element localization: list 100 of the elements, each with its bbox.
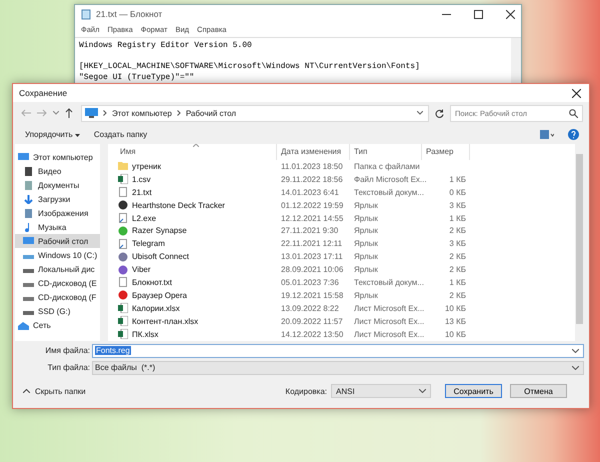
date-cell-text: 19.12.2021 15:58: [280, 290, 344, 300]
sidebar-item[interactable]: CD-дисковод (E: [15, 276, 100, 290]
size-cell-text: 2 КБ: [448, 226, 466, 236]
sidebar-item[interactable]: Этот компьютер: [15, 150, 100, 164]
computer-icon: [85, 108, 98, 118]
file-name[interactable]: 21.txt: [108, 187, 277, 198]
help-icon[interactable]: [568, 128, 579, 140]
column-header[interactable]: Размер: [422, 144, 470, 160]
size-cell-text: 3 КБ: [448, 239, 466, 248]
date-cell-text: 13.01.2023 17:11: [280, 252, 344, 262]
up-arrow-icon[interactable]: [65, 108, 73, 118]
filename-field[interactable]: Fonts.reg: [92, 344, 584, 358]
window-title: 21.txt — Блокнот: [96, 9, 164, 19]
caret-icon: [74, 134, 80, 136]
field-label: Тип файла:: [46, 363, 91, 372]
caret-icon[interactable]: [417, 111, 423, 115]
sidebar-item[interactable]: Локальный дис: [15, 262, 100, 276]
file-icon: [118, 187, 128, 198]
caret-icon: [419, 389, 426, 393]
maximize-icon[interactable]: [474, 10, 483, 18]
chevron-icon[interactable]: [176, 110, 181, 116]
sidebar-item[interactable]: Изображения: [15, 206, 100, 220]
file-name[interactable]: утреник: [108, 161, 277, 172]
sidebar-item[interactable]: Музыка: [15, 220, 100, 234]
file-icon: [118, 290, 128, 300]
address-bar[interactable]: Этот компьютер Рабочий стол: [81, 104, 429, 122]
file-name[interactable]: Контент-план.xlsx: [108, 316, 277, 326]
size-cell-text: 1 КБ: [448, 278, 466, 287]
file-icon: [118, 161, 128, 172]
breadcrumb-item[interactable]: Этот компьютер: [112, 108, 172, 118]
date-cell-text: 29.11.2022 18:56: [280, 174, 344, 184]
column-header[interactable]: Тип: [350, 144, 422, 160]
network-icon: [18, 320, 29, 330]
close-icon[interactable]: [572, 88, 581, 98]
date-cell-text: 14.12.2022 13:50: [280, 330, 344, 339]
file-name[interactable]: Telegram: [108, 238, 277, 249]
sidebar-item[interactable]: Документы: [15, 178, 100, 192]
file-icon: [118, 213, 128, 223]
file-name[interactable]: Hearthstone Deck Tracker: [108, 200, 277, 210]
type-cell-text: Лист Microsoft Ex...: [353, 304, 422, 313]
type-cell-text: Ярлык: [353, 252, 379, 262]
file-icon: [118, 277, 128, 288]
new-folder-button[interactable]: Создать папку: [94, 128, 148, 140]
size-cell-text: 2 КБ: [448, 252, 466, 262]
file-name[interactable]: Калории.xlsx: [108, 303, 277, 314]
file-name[interactable]: 1.csv: [108, 174, 277, 184]
encoding-dropdown[interactable]: ANSI: [331, 384, 431, 398]
file-icon: [118, 238, 128, 249]
type-cell-text: Ярлык: [353, 239, 379, 248]
dialog-button[interactable]: Сохранить: [445, 384, 502, 398]
column-header[interactable]: Имя: [108, 144, 277, 160]
size-cell-text: 0 КБ: [448, 188, 466, 197]
file-name[interactable]: ПК.xlsx: [108, 329, 277, 340]
date-cell-text: 14.01.2023 6:41: [280, 188, 340, 197]
sidebar-item[interactable]: Рабочий стол: [15, 234, 100, 248]
file-name[interactable]: Razer Synapse: [108, 226, 277, 236]
file-name[interactable]: L2.exe: [108, 213, 277, 223]
scrollbar[interactable]: [100, 144, 108, 341]
desktop-icon: [23, 236, 34, 246]
organize-button[interactable]: Упорядочить: [25, 128, 80, 140]
refresh-icon[interactable]: [435, 108, 444, 118]
column-header[interactable]: Дата изменения: [277, 144, 350, 160]
file-name[interactable]: Ubisoft Connect: [108, 252, 277, 262]
caret-icon[interactable]: [53, 111, 59, 115]
search-icon: [569, 108, 578, 118]
breadcrumb-item[interactable]: Рабочий стол: [186, 108, 236, 118]
caret-icon: [572, 348, 579, 352]
file-icon: [118, 316, 128, 326]
scrollbar[interactable]: [575, 144, 584, 341]
sidebar-item[interactable]: Windows 10 (C:): [15, 248, 100, 262]
computer-icon: [18, 152, 29, 162]
dialog-title: Сохранение: [19, 88, 68, 98]
file-name[interactable]: Блокнот.txt: [108, 277, 277, 288]
dialog-button[interactable]: Отмена: [510, 384, 567, 398]
field-label: Имя файла:: [44, 346, 91, 355]
size-cell-text: 1 КБ: [448, 214, 466, 222]
close-icon[interactable]: [506, 10, 515, 18]
downloads-icon: [23, 194, 34, 204]
sidebar-item[interactable]: Загрузки: [15, 192, 100, 206]
file-name[interactable]: Браузер Opera: [108, 290, 277, 300]
file-icon: [118, 200, 128, 210]
size-cell-text: 3 КБ: [448, 200, 466, 210]
hide-folders-button[interactable]: Скрыть папки: [23, 386, 86, 396]
sidebar-item[interactable]: Видео: [15, 164, 100, 178]
text-line: "Segoe UI (TrueType)"="": [79, 72, 194, 82]
file-icon: [118, 174, 128, 184]
sidebar-item[interactable]: SSD (G:): [15, 304, 100, 318]
text-line: [HKEY_LOCAL_MACHINE\SOFTWARE\Microsoft\Windows NT\CurrentVersion\Fonts]: [79, 62, 420, 71]
file-name[interactable]: Viber: [108, 264, 277, 275]
filetype-dropdown[interactable]: Все файлы (*.*): [92, 360, 584, 374]
view-options-icon[interactable]: [540, 130, 554, 138]
type-cell-text: Текстовый докум...: [353, 188, 422, 197]
type-cell-text: Ярлык: [353, 226, 379, 236]
caret-icon: [572, 366, 579, 370]
date-cell-text: 20.09.2022 11:57: [280, 316, 344, 326]
file-icon: [118, 264, 128, 275]
sidebar-item[interactable]: Сеть: [15, 318, 100, 332]
date-cell-text: 22.11.2021 12:11: [280, 239, 344, 248]
sidebar-item[interactable]: CD-дисковод (F: [15, 290, 100, 304]
chevron-icon[interactable]: [103, 110, 107, 116]
